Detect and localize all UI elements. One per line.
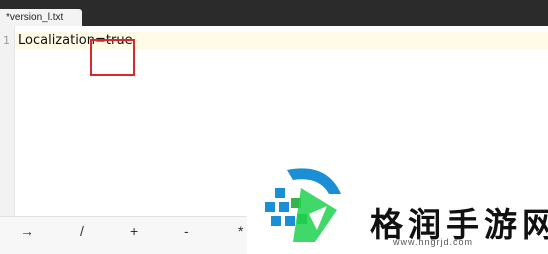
key-asterisk[interactable]: * [238,223,243,239]
key-minus[interactable]: - [184,223,189,239]
symbol-key-bar: → / + - * [0,216,250,254]
key-plus[interactable]: + [130,223,138,239]
line-number: 1 [3,34,10,47]
tab-bar: *version_l.txt [0,0,548,26]
key-slash[interactable]: / [80,223,84,239]
file-tab[interactable]: *version_l.txt [0,9,82,26]
watermark-url: www.hngrjd.com [393,237,474,247]
watermark: 格润手游网 www.hngrjd.com [247,148,548,254]
line-gutter: 1 [0,26,15,216]
key-arrow[interactable]: → [20,223,34,239]
highlight-box [90,39,135,76]
watermark-logo-icon [265,168,341,242]
